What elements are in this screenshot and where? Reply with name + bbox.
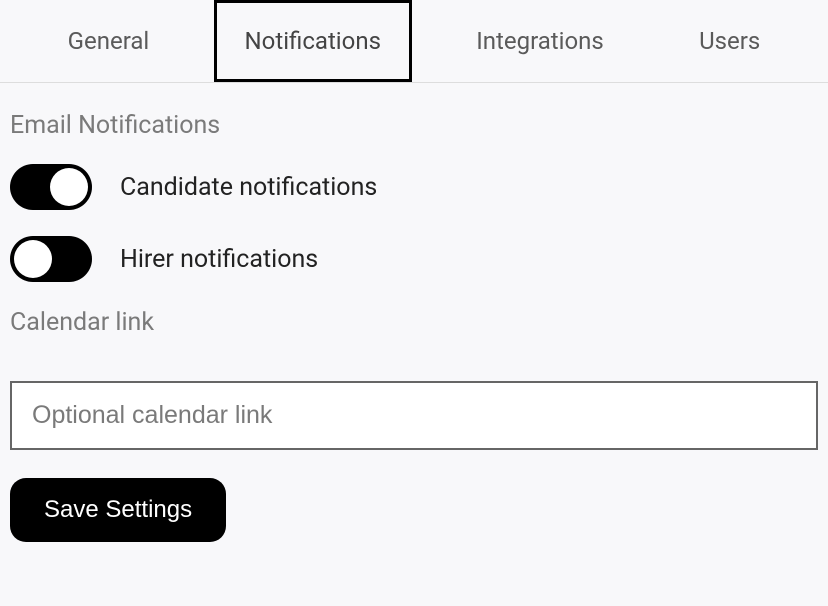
- hirer-notifications-label: Hirer notifications: [120, 245, 318, 274]
- tab-content: Email Notifications Candidate notificati…: [0, 83, 828, 552]
- tab-integrations[interactable]: Integrations: [445, 0, 635, 82]
- hirer-notifications-row: Hirer notifications: [10, 236, 818, 282]
- candidate-notifications-label: Candidate notifications: [120, 173, 377, 202]
- hirer-notifications-toggle[interactable]: [10, 236, 92, 282]
- calendar-link-input[interactable]: [10, 381, 818, 450]
- email-notifications-title: Email Notifications: [10, 111, 818, 140]
- calendar-link-title: Calendar link: [10, 308, 818, 337]
- toggle-knob: [50, 168, 88, 206]
- tab-notifications[interactable]: Notifications: [214, 0, 412, 82]
- tab-users[interactable]: Users: [668, 0, 791, 82]
- toggle-knob: [14, 240, 52, 278]
- settings-tabs: General Notifications Integrations Users: [0, 0, 828, 83]
- save-settings-button[interactable]: Save Settings: [10, 478, 226, 542]
- calendar-link-section: Calendar link: [10, 308, 818, 450]
- tab-general[interactable]: General: [37, 0, 181, 82]
- candidate-notifications-toggle[interactable]: [10, 164, 92, 210]
- candidate-notifications-row: Candidate notifications: [10, 164, 818, 210]
